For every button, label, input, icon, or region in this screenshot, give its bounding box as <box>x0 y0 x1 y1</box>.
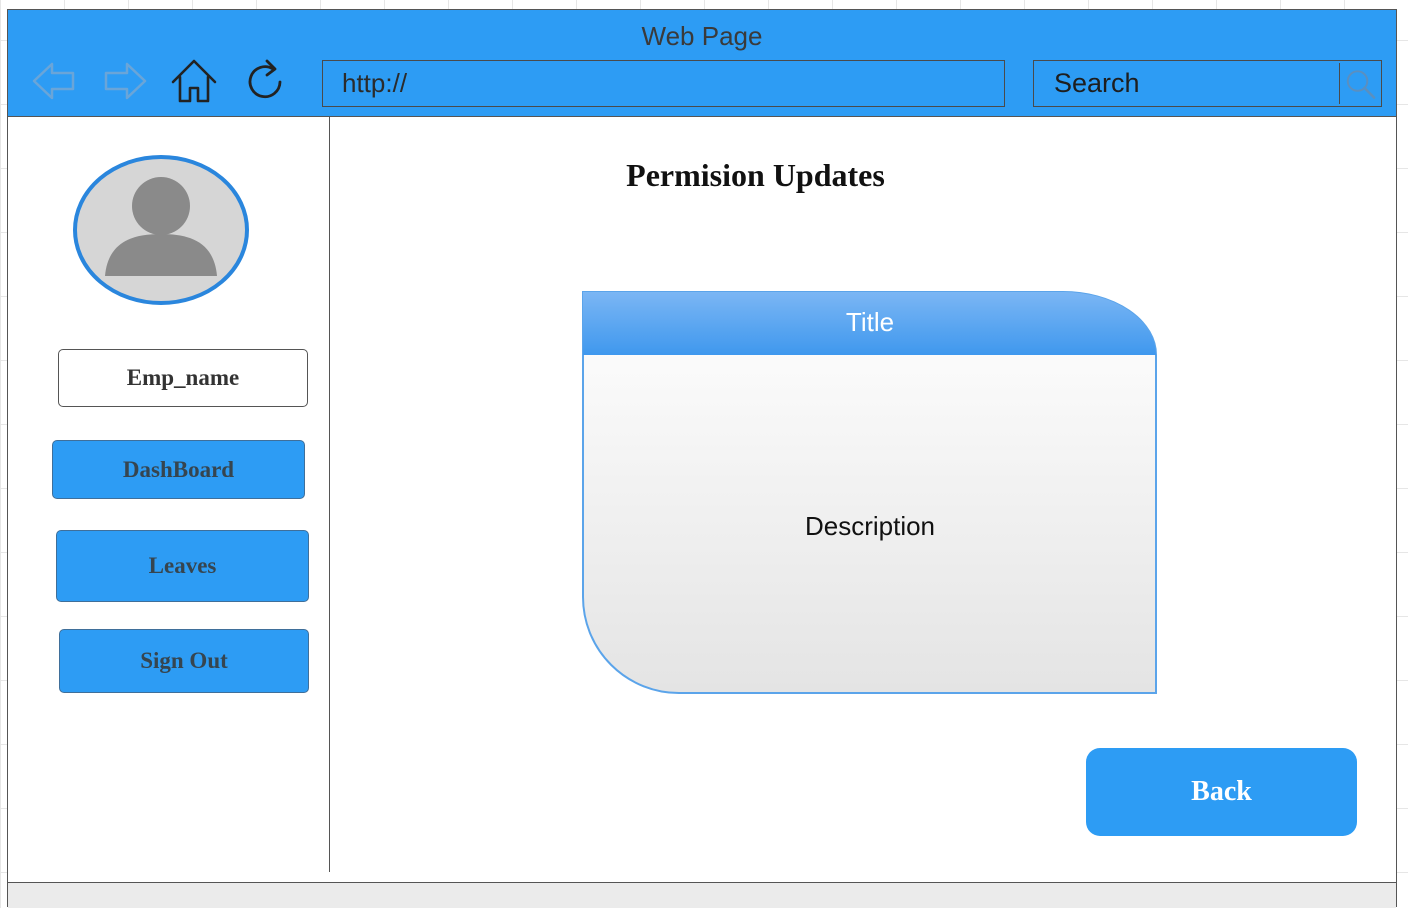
page-title: Permision Updates <box>626 157 885 193</box>
card-shape <box>582 291 1157 694</box>
browser-window: Web Page http:// Search Emp_name DashBoa… <box>7 9 1397 908</box>
browser-toolbar: Web Page http:// Search <box>8 10 1396 117</box>
back-arrow-icon[interactable] <box>30 58 78 104</box>
search-input[interactable]: Search <box>1054 68 1140 99</box>
search-icon[interactable] <box>1339 63 1379 104</box>
refresh-icon[interactable] <box>241 58 289 104</box>
back-button[interactable]: Back <box>1086 748 1357 836</box>
leaves-button[interactable]: Leaves <box>56 530 309 602</box>
sidebar-divider <box>329 117 330 872</box>
employee-name-label: Emp_name <box>58 349 308 407</box>
user-avatar-icon <box>72 154 250 306</box>
card-description: Description <box>804 511 936 541</box>
card-title: Title <box>845 307 895 337</box>
home-icon[interactable] <box>170 58 218 104</box>
status-bar <box>8 882 1396 908</box>
permission-card: Title Description <box>581 290 1159 698</box>
forward-arrow-icon[interactable] <box>101 58 149 104</box>
dashboard-button[interactable]: DashBoard <box>52 440 305 499</box>
sign-out-button[interactable]: Sign Out <box>59 629 309 693</box>
window-title: Web Page <box>641 21 763 51</box>
url-input[interactable]: http:// <box>322 60 1005 107</box>
search-field[interactable]: Search <box>1033 60 1382 107</box>
